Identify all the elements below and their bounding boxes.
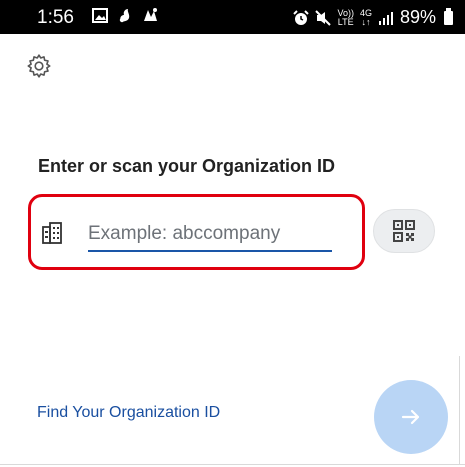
- battery-level: 89%: [399, 7, 436, 27]
- volte-bottom: LTE: [337, 16, 354, 27]
- scan-qr-button[interactable]: [373, 209, 435, 253]
- find-organization-id-link[interactable]: Find Your Organization ID: [37, 404, 220, 422]
- next-button[interactable]: [374, 380, 448, 454]
- qr-code-icon: [393, 220, 415, 242]
- building-icon: [42, 222, 62, 244]
- arrow-right-icon: [401, 409, 420, 425]
- notification-icon: [119, 9, 130, 23]
- gear-icon: [27, 54, 51, 78]
- settings-button[interactable]: [26, 53, 52, 79]
- app-notification-icon: [144, 8, 157, 21]
- status-right-icons: Vo)) LTE 4G ↓↑ 89%: [293, 7, 453, 28]
- volte-icon: Vo)) LTE: [337, 8, 354, 27]
- panel-edge: [459, 356, 460, 464]
- gallery-icon: [92, 7, 108, 23]
- network-bottom: ↓↑: [361, 16, 371, 27]
- mute-icon: [315, 9, 332, 26]
- status-bar: 1:56 Vo)) LTE 4G ↓↑ 89%: [0, 0, 465, 34]
- signal-icon: [378, 11, 393, 25]
- page-heading: Enter or scan your Organization ID: [38, 156, 336, 176]
- battery-icon: [444, 7, 453, 25]
- bottom-divider: [0, 464, 465, 465]
- organization-id-input[interactable]: [88, 218, 332, 252]
- alarm-icon: [293, 9, 310, 25]
- status-time: 1:56: [37, 7, 74, 28]
- 4g-icon: 4G ↓↑: [360, 8, 372, 27]
- status-left-icons: [92, 7, 159, 23]
